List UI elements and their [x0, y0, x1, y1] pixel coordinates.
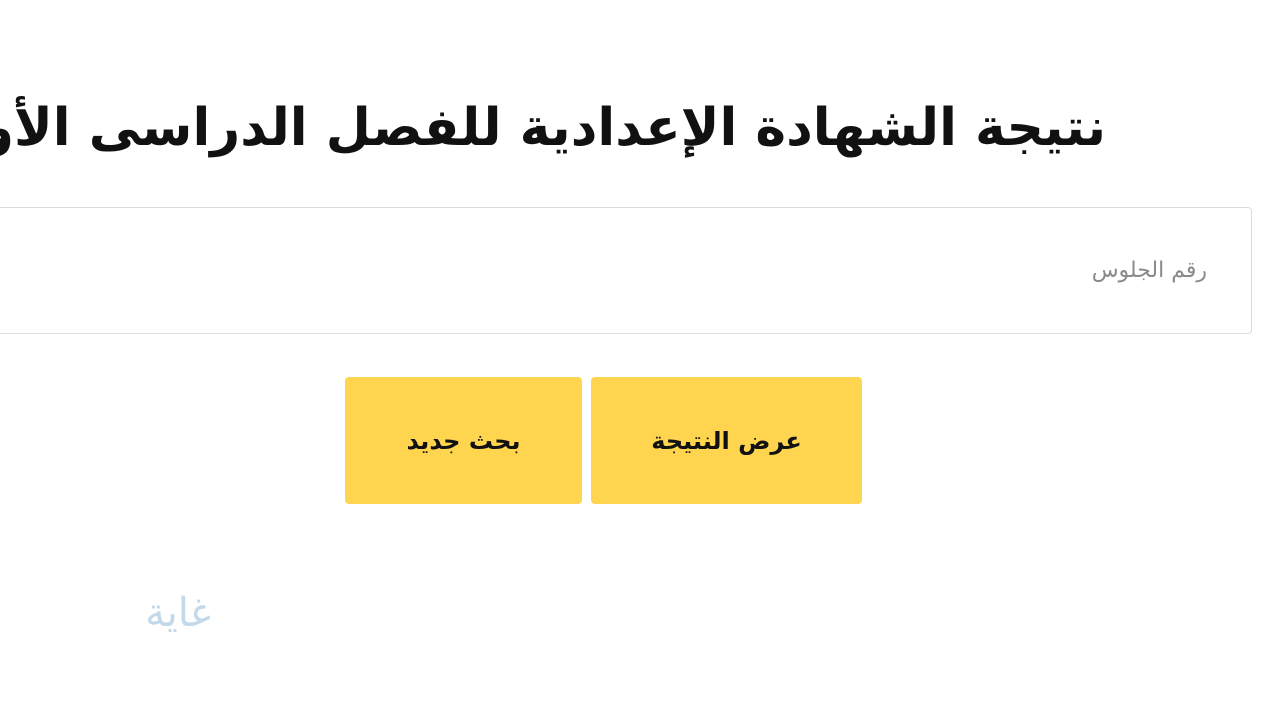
page-title: نتيجة الشهادة الإعدادية للفصل الدراسى ال… — [0, 98, 1106, 158]
watermark-logo: غاية — [145, 590, 211, 636]
show-result-button[interactable]: عرض النتيجة — [591, 377, 862, 504]
page-container: نتيجة الشهادة الإعدادية للفصل الدراسى ال… — [0, 0, 1280, 720]
new-search-button[interactable]: بحث جديد — [345, 377, 582, 504]
seat-number-input[interactable] — [0, 207, 1252, 334]
